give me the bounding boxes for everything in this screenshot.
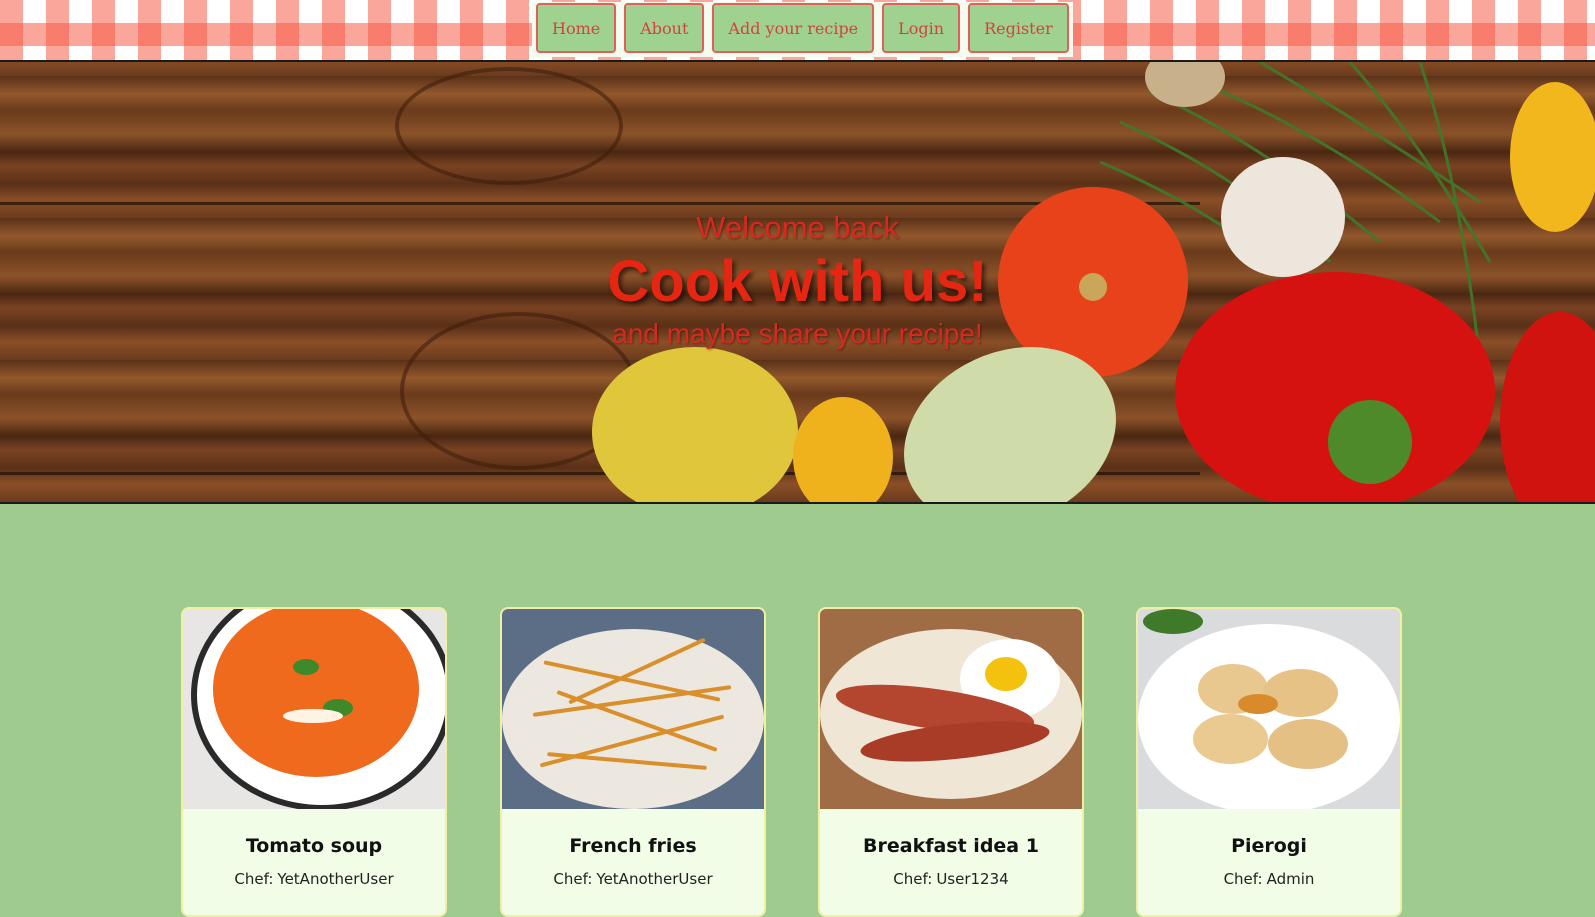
recipe-title[interactable]: French fries [502,835,764,857]
recipe-chef: Chef: YetAnotherUser [183,870,445,888]
hero-headline: Cook with us! [607,249,988,314]
recipe-image-tomato-soup[interactable] [183,609,445,809]
nav-register-button[interactable]: Register [968,3,1069,53]
recipe-card-tomato-soup[interactable]: Tomato soup Chef: YetAnotherUser [181,607,447,917]
recipe-image-french-fries[interactable] [502,609,764,809]
chef-label: Chef: [893,870,933,888]
nav-about-button[interactable]: About [624,3,705,53]
recipe-title[interactable]: Tomato soup [183,835,445,857]
recipe-card-pierogi[interactable]: Pierogi Chef: Admin [1136,607,1402,917]
chef-label: Chef: [553,870,593,888]
hero-banner: Welcome back Cook with us! and maybe sha… [0,62,1595,504]
corn [793,397,893,502]
recipe-image-pierogi[interactable] [1138,609,1400,809]
main-nav: Home About Add your recipe Login Registe… [532,2,1073,57]
chef-label: Chef: [1223,870,1263,888]
recipe-card-breakfast-idea-1[interactable]: Breakfast idea 1 Chef: User1234 [818,607,1084,917]
recipe-image-breakfast[interactable] [820,609,1082,809]
chef-name: Admin [1266,870,1315,888]
hero-welcome-text: Welcome back [696,210,899,245]
recipe-chef: Chef: Admin [1138,870,1400,888]
hero-subtitle: and maybe share your recipe! [612,318,983,349]
nav-login-button[interactable]: Login [882,3,961,53]
chef-name: User1234 [936,870,1009,888]
recipe-title[interactable]: Pierogi [1138,835,1400,857]
recipe-chef: Chef: User1234 [820,870,1082,888]
nav-add-recipe-button[interactable]: Add your recipe [712,3,875,53]
nav-home-button[interactable]: Home [536,3,617,53]
recipe-title[interactable]: Breakfast idea 1 [820,835,1082,857]
top-navigation-bar: Home About Add your recipe Login Registe… [0,0,1595,62]
recipe-chef: Chef: YetAnotherUser [502,870,764,888]
chef-label: Chef: [234,870,274,888]
chef-name: YetAnotherUser [596,870,713,888]
quail-egg [1145,62,1225,107]
chef-name: YetAnotherUser [277,870,394,888]
pear [592,347,798,502]
recipe-card-french-fries[interactable]: French fries Chef: YetAnotherUser [500,607,766,917]
